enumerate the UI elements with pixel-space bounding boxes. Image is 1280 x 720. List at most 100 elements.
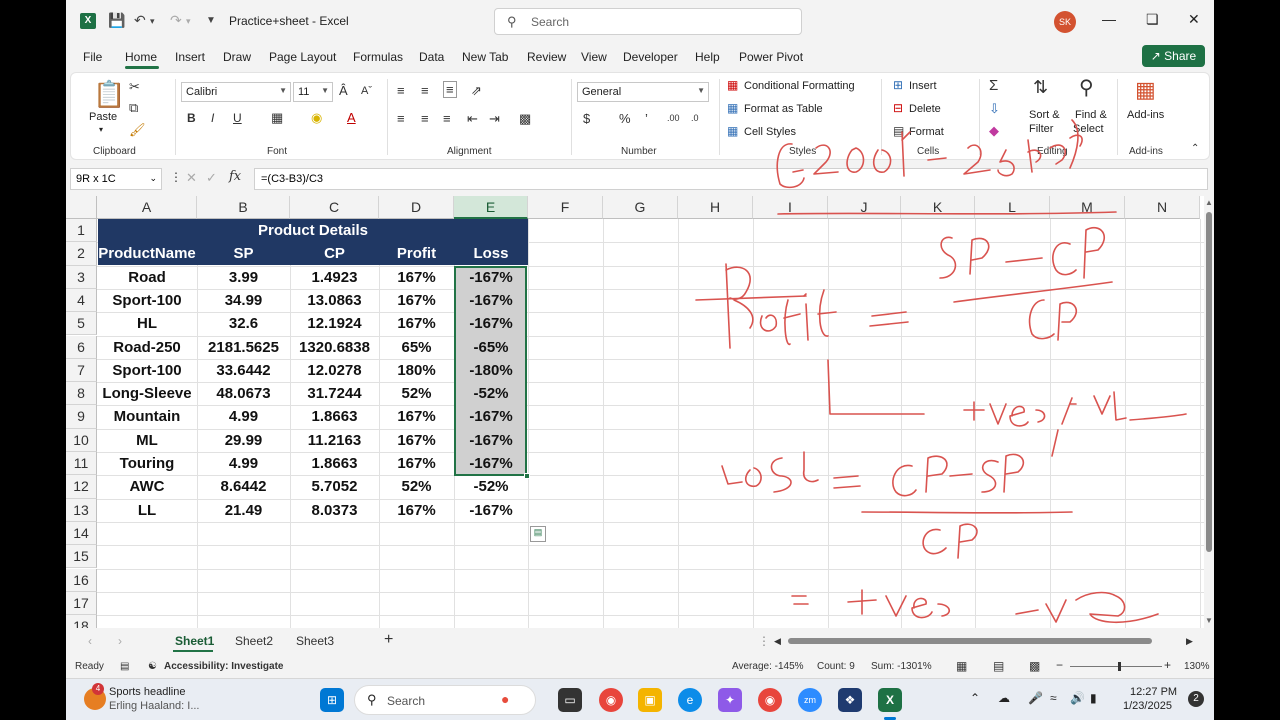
table-cell[interactable]: -65% <box>454 336 528 359</box>
merge-icon[interactable]: ▩ <box>519 111 531 127</box>
column-header-c[interactable]: C <box>290 196 379 219</box>
row-header-8[interactable]: 8 <box>66 382 97 406</box>
row-header-6[interactable]: 6 <box>66 335 97 359</box>
quick-analysis-icon[interactable]: ▤ <box>530 526 546 542</box>
table-title[interactable]: Product Details <box>98 219 528 242</box>
bold-icon[interactable]: B <box>187 111 196 125</box>
table-cell[interactable]: 167% <box>379 405 454 428</box>
undo-icon[interactable]: ↶ <box>134 12 146 29</box>
table-cell[interactable]: Road <box>97 266 197 289</box>
sheet-tab-1[interactable]: Sheet1 <box>175 634 214 648</box>
font-name-select[interactable]: Calibri ▼ <box>181 82 291 102</box>
table-cell[interactable]: 1.8663 <box>290 405 379 428</box>
undo-dropdown-icon[interactable]: ▾ <box>150 16 155 27</box>
enter-icon[interactable]: ✓ <box>206 170 217 186</box>
table-cell[interactable]: 13.0863 <box>290 289 379 312</box>
show-hidden-icons[interactable]: ⌃ <box>970 691 980 705</box>
tab-new-tab[interactable]: New Tab <box>462 50 508 64</box>
orientation-icon[interactable]: ⇗ <box>471 83 482 99</box>
zoom-in-icon[interactable]: + <box>1164 658 1171 672</box>
horizontal-scroll-thumb[interactable] <box>788 638 1152 644</box>
tab-help[interactable]: Help <box>695 50 720 64</box>
table-cell[interactable]: -167% <box>454 312 528 335</box>
prev-sheet-icon[interactable]: ‹ <box>88 634 92 648</box>
align-center-icon[interactable]: ≡ <box>421 111 429 126</box>
column-header-d[interactable]: D <box>379 196 454 219</box>
insert-cells-button[interactable]: Insert <box>909 80 937 92</box>
table-cell[interactable]: 2181.5625 <box>197 336 290 359</box>
column-header-b[interactable]: B <box>197 196 290 219</box>
excel-taskbar-icon[interactable]: X <box>878 688 902 712</box>
table-cell[interactable]: 3.99 <box>197 266 290 289</box>
copy-icon[interactable]: ⧉ <box>129 100 138 116</box>
table-cell[interactable]: 8.0373 <box>290 499 379 522</box>
fill-icon[interactable]: ⇩ <box>989 101 1000 117</box>
column-header-g[interactable]: G <box>603 196 678 219</box>
paste-dropdown-icon[interactable]: ▾ <box>99 125 103 134</box>
tab-home[interactable]: Home <box>125 50 157 64</box>
clock-date[interactable]: 1/23/2025 <box>1123 700 1172 712</box>
customize-qat-icon[interactable]: ▼ <box>206 15 216 26</box>
save-icon[interactable]: 💾 <box>108 12 125 29</box>
align-middle-icon[interactable]: ≡ <box>421 83 429 98</box>
table-cell[interactable]: 65% <box>379 336 454 359</box>
formula-input[interactable]: =(C3-B3)/C3 <box>254 168 1208 190</box>
volume-icon[interactable]: 🔊 <box>1070 691 1085 705</box>
row-header-11[interactable]: 11 <box>66 452 97 476</box>
next-sheet-icon[interactable]: › <box>118 634 122 648</box>
zoom-level[interactable]: 130% <box>1184 661 1210 672</box>
worksheet-grid[interactable]: ABCDEFGHIJKLMN 1 2 3 4 5 6 7 8 9 10 11 12 13 14 15 16 17… <box>66 196 1204 628</box>
table-cell[interactable]: ML <box>97 429 197 452</box>
start-icon[interactable]: ⊞ <box>320 688 344 712</box>
table-cell[interactable]: 167% <box>379 429 454 452</box>
fill-color-icon[interactable]: ◉ <box>311 110 322 126</box>
table-cell[interactable]: 12.0278 <box>290 359 379 382</box>
tab-file[interactable]: File <box>83 50 102 64</box>
table-cell[interactable]: 1.8663 <box>290 452 379 475</box>
increase-font-icon[interactable]: Â <box>339 83 348 98</box>
delete-cells-button[interactable]: Delete <box>909 103 941 115</box>
column-header-f[interactable]: F <box>528 196 603 219</box>
clear-icon[interactable]: ◆ <box>989 123 999 139</box>
table-cell[interactable]: Road-250 <box>97 336 197 359</box>
table-cell[interactable]: 21.49 <box>197 499 290 522</box>
table-cell[interactable]: 180% <box>379 359 454 382</box>
add-sheet-icon[interactable]: + <box>384 631 393 649</box>
vscode-icon[interactable]: ❖ <box>838 688 862 712</box>
table-cell[interactable]: 167% <box>379 312 454 335</box>
table-cell[interactable]: -167% <box>454 429 528 452</box>
tab-view[interactable]: View <box>581 50 607 64</box>
font-size-select[interactable]: 11 ▼ <box>293 82 333 102</box>
table-cell[interactable]: 31.7244 <box>290 382 379 405</box>
tab-draw[interactable]: Draw <box>223 50 251 64</box>
restore-icon[interactable]: ❏ <box>1146 11 1159 28</box>
decrease-decimal-icon[interactable]: .0 <box>691 113 699 123</box>
table-cell[interactable]: HL <box>97 312 197 335</box>
chrome-icon[interactable]: ◉ <box>599 688 623 712</box>
tab-power-pivot[interactable]: Power Pivot <box>739 50 803 64</box>
tab-developer[interactable]: Developer <box>623 50 678 64</box>
table-cell[interactable]: -167% <box>454 452 528 475</box>
decrease-font-icon[interactable]: Aˇ <box>361 85 372 97</box>
row-header-17[interactable]: 17 <box>66 591 97 616</box>
currency-icon[interactable]: $ <box>583 111 590 126</box>
percent-icon[interactable]: % <box>619 111 631 126</box>
zoom-slider-thumb[interactable] <box>1118 662 1121 671</box>
increase-decimal-icon[interactable]: .00 <box>667 113 680 123</box>
cut-icon[interactable]: ✂ <box>129 79 140 95</box>
share-button[interactable]: ↗ Share <box>1142 45 1205 67</box>
battery-icon[interactable]: ▮ <box>1090 691 1097 705</box>
align-bottom-icon[interactable]: ≡ <box>443 81 457 98</box>
column-header-e[interactable]: E <box>454 196 528 219</box>
header-cell[interactable]: Loss <box>454 242 528 265</box>
clock-time[interactable]: 12:27 PM <box>1130 686 1177 698</box>
column-header-j[interactable]: J <box>828 196 901 219</box>
filter-label[interactable]: Filter <box>1029 123 1053 135</box>
page-break-view-icon[interactable]: ▩ <box>1029 659 1040 673</box>
header-cell[interactable]: ProductName <box>97 242 197 265</box>
column-header-n[interactable]: N <box>1125 196 1200 219</box>
table-cell[interactable]: -167% <box>454 289 528 312</box>
table-cell[interactable]: Long-Sleeve <box>97 382 197 405</box>
vertical-scrollbar[interactable]: ▲ ▼ <box>1204 196 1214 628</box>
redo-dropdown-icon[interactable]: ▾ <box>186 16 191 27</box>
